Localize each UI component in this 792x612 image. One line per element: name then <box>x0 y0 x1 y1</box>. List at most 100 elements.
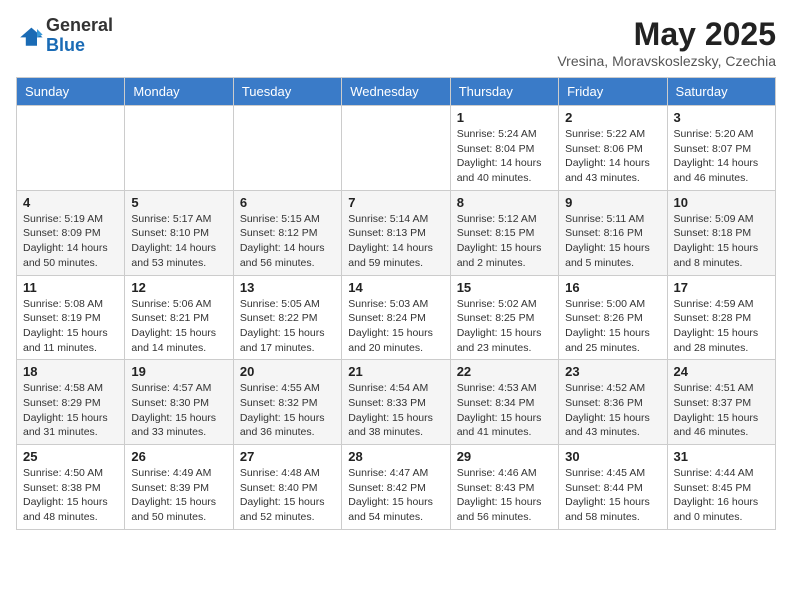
day-number: 7 <box>348 195 443 210</box>
day-number: 4 <box>23 195 118 210</box>
day-number: 9 <box>565 195 660 210</box>
day-number: 22 <box>457 364 552 379</box>
day-number: 24 <box>674 364 769 379</box>
logo-blue-text: Blue <box>46 35 85 55</box>
day-cell: 25 Sunrise: 4:50 AM Sunset: 8:38 PM Dayli… <box>17 445 125 530</box>
day-info: Sunrise: 5:20 AM Sunset: 8:07 PM Dayligh… <box>674 127 769 186</box>
month-title: May 2025 <box>557 16 776 53</box>
day-cell: 6 Sunrise: 5:15 AM Sunset: 8:12 PM Daylig… <box>233 190 341 275</box>
day-cell: 11Sunrise: 5:08 AM Sunset: 8:19 PM Dayli… <box>17 275 125 360</box>
location-text: Vresina, Moravskoslezsky, Czechia <box>557 53 776 69</box>
day-cell: 5 Sunrise: 5:17 AM Sunset: 8:10 PM Daylig… <box>125 190 233 275</box>
day-info: Sunrise: 4:55 AM Sunset: 8:32 PM Dayligh… <box>240 381 335 440</box>
day-info: Sunrise: 4:47 AM Sunset: 8:42 PM Dayligh… <box>348 466 443 525</box>
day-cell: 20 Sunrise: 4:55 AM Sunset: 8:32 PM Dayli… <box>233 360 341 445</box>
day-cell: 23Sunrise: 4:52 AM Sunset: 8:36 PM Dayli… <box>559 360 667 445</box>
day-number: 21 <box>348 364 443 379</box>
day-cell: 26 Sunrise: 4:49 AM Sunset: 8:39 PM Dayli… <box>125 445 233 530</box>
day-info: Sunrise: 5:03 AM Sunset: 8:24 PM Dayligh… <box>348 297 443 356</box>
weekday-header-sunday: Sunday <box>17 78 125 106</box>
day-info: Sunrise: 5:17 AM Sunset: 8:10 PM Dayligh… <box>131 212 226 271</box>
day-number: 23 <box>565 364 660 379</box>
day-number: 1 <box>457 110 552 125</box>
day-cell: 14 Sunrise: 5:03 AM Sunset: 8:24 PM Dayli… <box>342 275 450 360</box>
weekday-header-friday: Friday <box>559 78 667 106</box>
day-info: Sunrise: 5:15 AM Sunset: 8:12 PM Dayligh… <box>240 212 335 271</box>
day-info: Sunrise: 4:45 AM Sunset: 8:44 PM Dayligh… <box>565 466 660 525</box>
logo-general-text: General <box>46 15 113 35</box>
title-block: May 2025 Vresina, Moravskoslezsky, Czech… <box>557 16 776 69</box>
day-cell: 22 Sunrise: 4:53 AM Sunset: 8:34 PM Dayli… <box>450 360 558 445</box>
day-cell <box>342 106 450 191</box>
day-number: 27 <box>240 449 335 464</box>
day-cell: 17Sunrise: 4:59 AM Sunset: 8:28 PM Dayli… <box>667 275 775 360</box>
day-info: Sunrise: 5:09 AM Sunset: 8:18 PM Dayligh… <box>674 212 769 271</box>
day-info: Sunrise: 4:54 AM Sunset: 8:33 PM Dayligh… <box>348 381 443 440</box>
day-number: 29 <box>457 449 552 464</box>
day-cell <box>125 106 233 191</box>
day-cell: 2 Sunrise: 5:22 AM Sunset: 8:06 PM Daylig… <box>559 106 667 191</box>
day-info: Sunrise: 4:46 AM Sunset: 8:43 PM Dayligh… <box>457 466 552 525</box>
day-number: 25 <box>23 449 118 464</box>
day-number: 26 <box>131 449 226 464</box>
day-number: 28 <box>348 449 443 464</box>
day-number: 20 <box>240 364 335 379</box>
day-info: Sunrise: 5:22 AM Sunset: 8:06 PM Dayligh… <box>565 127 660 186</box>
day-cell: 4 Sunrise: 5:19 AM Sunset: 8:09 PM Daylig… <box>17 190 125 275</box>
weekday-header-saturday: Saturday <box>667 78 775 106</box>
day-cell: 27 Sunrise: 4:48 AM Sunset: 8:40 PM Dayli… <box>233 445 341 530</box>
week-row-2: 4 Sunrise: 5:19 AM Sunset: 8:09 PM Daylig… <box>17 190 776 275</box>
day-cell: 28 Sunrise: 4:47 AM Sunset: 8:42 PM Dayli… <box>342 445 450 530</box>
week-row-3: 11Sunrise: 5:08 AM Sunset: 8:19 PM Dayli… <box>17 275 776 360</box>
day-cell: 12Sunrise: 5:06 AM Sunset: 8:21 PM Dayli… <box>125 275 233 360</box>
day-info: Sunrise: 5:11 AM Sunset: 8:16 PM Dayligh… <box>565 212 660 271</box>
day-cell: 29 Sunrise: 4:46 AM Sunset: 8:43 PM Dayli… <box>450 445 558 530</box>
day-number: 2 <box>565 110 660 125</box>
day-number: 15 <box>457 280 552 295</box>
logo: General Blue <box>16 16 113 56</box>
day-info: Sunrise: 4:50 AM Sunset: 8:38 PM Dayligh… <box>23 466 118 525</box>
day-number: 18 <box>23 364 118 379</box>
weekday-header-tuesday: Tuesday <box>233 78 341 106</box>
week-row-4: 18 Sunrise: 4:58 AM Sunset: 8:29 PM Dayli… <box>17 360 776 445</box>
day-cell: 13Sunrise: 5:05 AM Sunset: 8:22 PM Dayli… <box>233 275 341 360</box>
day-cell: 19Sunrise: 4:57 AM Sunset: 8:30 PM Dayli… <box>125 360 233 445</box>
day-info: Sunrise: 5:19 AM Sunset: 8:09 PM Dayligh… <box>23 212 118 271</box>
day-info: Sunrise: 4:48 AM Sunset: 8:40 PM Dayligh… <box>240 466 335 525</box>
logo-icon <box>16 22 44 50</box>
week-row-5: 25 Sunrise: 4:50 AM Sunset: 8:38 PM Dayli… <box>17 445 776 530</box>
day-cell: 21 Sunrise: 4:54 AM Sunset: 8:33 PM Dayli… <box>342 360 450 445</box>
day-cell: 10Sunrise: 5:09 AM Sunset: 8:18 PM Dayli… <box>667 190 775 275</box>
day-number: 12 <box>131 280 226 295</box>
day-info: Sunrise: 4:44 AM Sunset: 8:45 PM Dayligh… <box>674 466 769 525</box>
day-number: 30 <box>565 449 660 464</box>
day-number: 5 <box>131 195 226 210</box>
day-number: 14 <box>348 280 443 295</box>
day-info: Sunrise: 4:53 AM Sunset: 8:34 PM Dayligh… <box>457 381 552 440</box>
day-cell: 1 Sunrise: 5:24 AM Sunset: 8:04 PM Daylig… <box>450 106 558 191</box>
day-info: Sunrise: 5:24 AM Sunset: 8:04 PM Dayligh… <box>457 127 552 186</box>
day-cell: 16 Sunrise: 5:00 AM Sunset: 8:26 PM Dayli… <box>559 275 667 360</box>
weekday-header-monday: Monday <box>125 78 233 106</box>
day-cell: 3 Sunrise: 5:20 AM Sunset: 8:07 PM Daylig… <box>667 106 775 191</box>
day-number: 16 <box>565 280 660 295</box>
day-cell: 9 Sunrise: 5:11 AM Sunset: 8:16 PM Daylig… <box>559 190 667 275</box>
day-number: 6 <box>240 195 335 210</box>
weekday-header-wednesday: Wednesday <box>342 78 450 106</box>
day-info: Sunrise: 4:51 AM Sunset: 8:37 PM Dayligh… <box>674 381 769 440</box>
day-info: Sunrise: 5:14 AM Sunset: 8:13 PM Dayligh… <box>348 212 443 271</box>
day-info: Sunrise: 4:58 AM Sunset: 8:29 PM Dayligh… <box>23 381 118 440</box>
weekday-header-thursday: Thursday <box>450 78 558 106</box>
day-cell <box>17 106 125 191</box>
day-cell: 8Sunrise: 5:12 AM Sunset: 8:15 PM Daylig… <box>450 190 558 275</box>
day-info: Sunrise: 4:49 AM Sunset: 8:39 PM Dayligh… <box>131 466 226 525</box>
weekday-header-row: SundayMondayTuesdayWednesdayThursdayFrid… <box>17 78 776 106</box>
day-number: 17 <box>674 280 769 295</box>
day-number: 3 <box>674 110 769 125</box>
day-info: Sunrise: 5:00 AM Sunset: 8:26 PM Dayligh… <box>565 297 660 356</box>
day-number: 13 <box>240 280 335 295</box>
day-cell <box>233 106 341 191</box>
day-cell: 24 Sunrise: 4:51 AM Sunset: 8:37 PM Dayli… <box>667 360 775 445</box>
week-row-1: 1 Sunrise: 5:24 AM Sunset: 8:04 PM Daylig… <box>17 106 776 191</box>
day-cell: 30 Sunrise: 4:45 AM Sunset: 8:44 PM Dayli… <box>559 445 667 530</box>
